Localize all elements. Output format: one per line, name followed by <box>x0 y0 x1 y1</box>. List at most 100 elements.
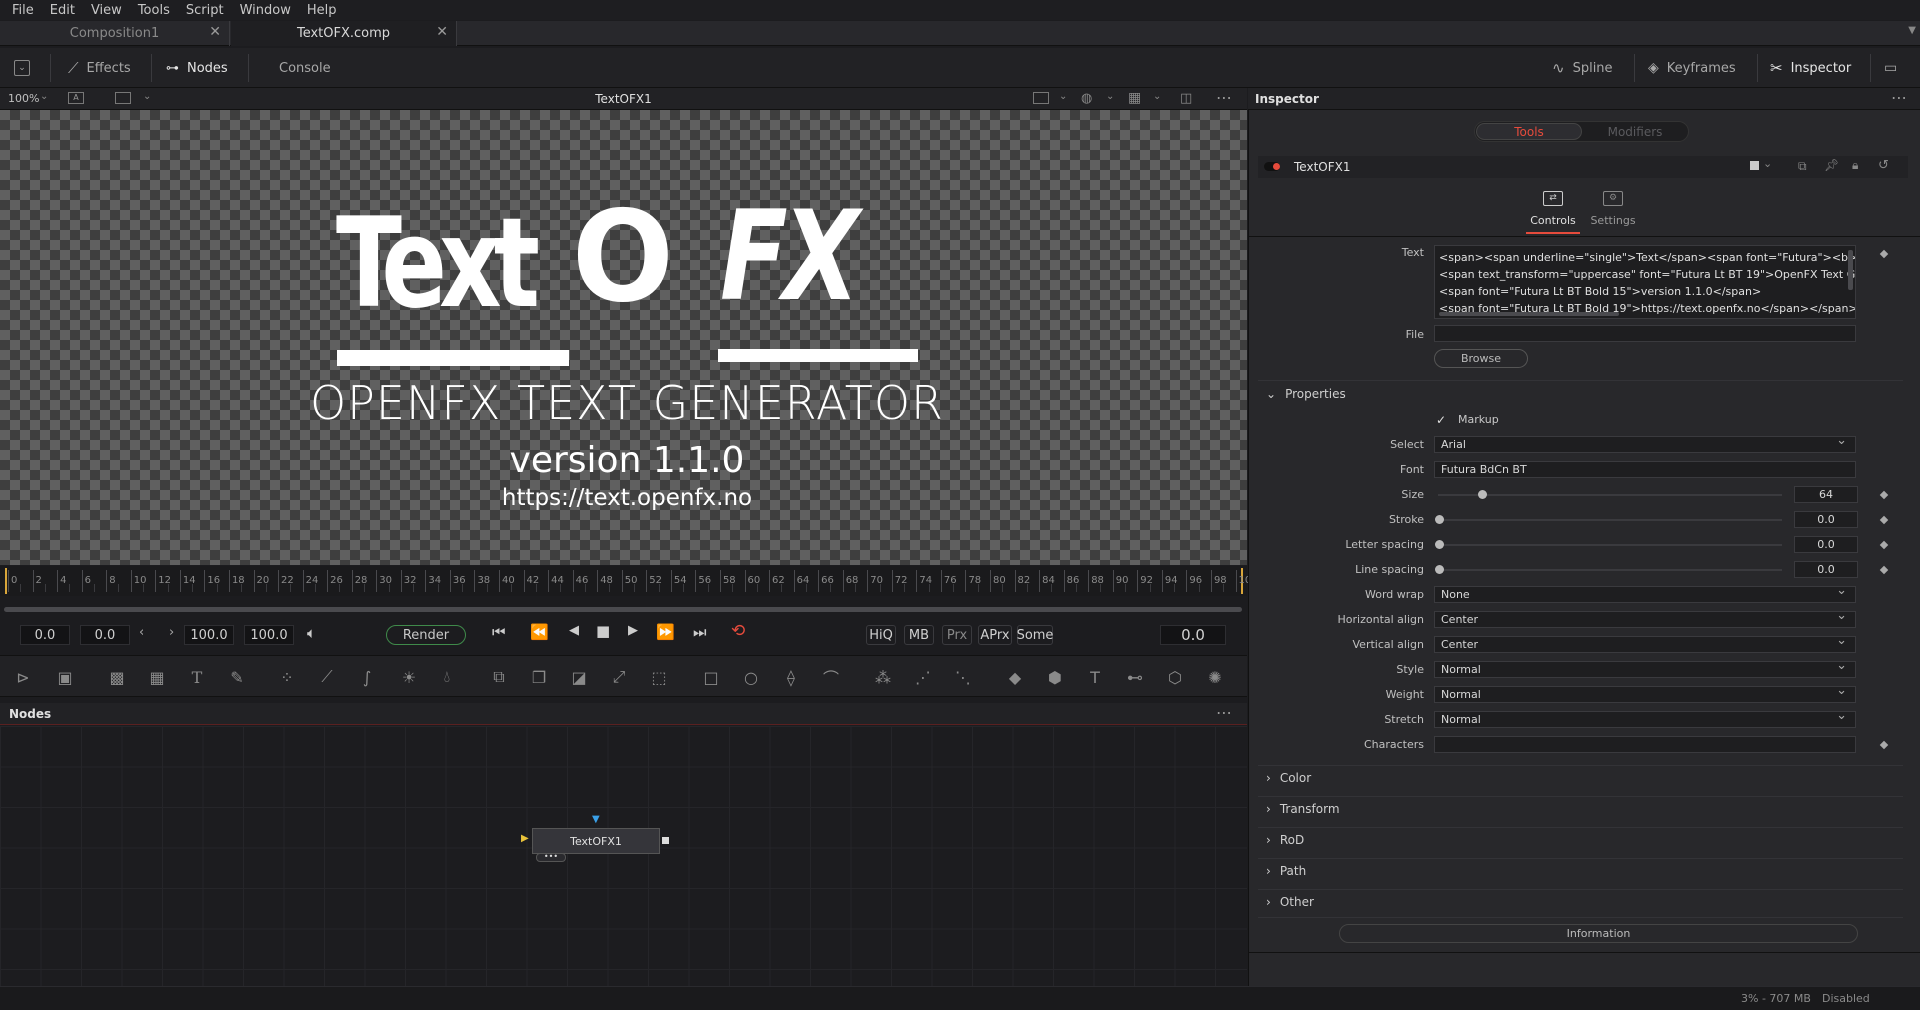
skip-to-end-icon[interactable]: ⏭ <box>693 623 707 641</box>
close-icon[interactable]: ✕ <box>209 24 221 40</box>
matte-icon[interactable]: ◪ <box>568 666 590 688</box>
word-wrap-dropdown[interactable]: None <box>1434 583 1856 603</box>
light3d-icon[interactable]: ✺ <box>1204 666 1226 688</box>
stroke-value-field[interactable]: 0.0 <box>1794 511 1858 528</box>
chevron-down-icon[interactable]: ⌄ <box>1106 91 1114 102</box>
chevron-left-icon[interactable]: ‹ <box>139 625 144 640</box>
effects-button[interactable]: ⟋ Effects <box>68 48 131 88</box>
inspector-button[interactable]: ✂ Inspector <box>1770 48 1851 88</box>
more-options-icon[interactable]: ⋯ <box>1216 703 1232 722</box>
textofx-node[interactable]: TextOFX1 <box>532 828 660 854</box>
font-field[interactable]: Futura BdCn BT <box>1434 461 1856 478</box>
menu-view[interactable]: View <box>91 3 122 18</box>
tab-modifiers[interactable]: Modifiers <box>1583 123 1687 140</box>
stretch-dropdown[interactable]: Normal <box>1434 708 1856 728</box>
properties-section-header[interactable]: ⌄ Properties <box>1266 387 1346 401</box>
speaker-icon[interactable]: 🔈︎ <box>307 624 316 642</box>
paint-icon[interactable]: ▦ <box>146 666 168 688</box>
node-more-icon[interactable]: ••• <box>536 853 566 862</box>
tab-textofx-comp[interactable]: TextOFX.comp ✕ <box>231 21 457 46</box>
render-button[interactable]: Render <box>386 625 466 645</box>
letter-spacing-slider-track[interactable] <box>1438 544 1782 546</box>
auto-proxy-toggle[interactable]: APrx <box>978 625 1012 645</box>
bspline-icon[interactable]: ⌒ <box>820 666 842 688</box>
letter-spacing-slider-knob[interactable] <box>1435 540 1444 549</box>
proxy-toggle[interactable]: Prx <box>942 625 972 645</box>
color-curves-icon[interactable]: ∫ <box>356 666 378 688</box>
horizontal-align-dropdown[interactable]: Center <box>1434 608 1856 628</box>
rod-section-header[interactable]: › RoD <box>1266 833 1304 847</box>
text-tool-icon[interactable]: T <box>186 666 208 688</box>
renderer3d-icon[interactable]: ⬡ <box>1164 666 1186 688</box>
letter-spacing-value-field[interactable]: 0.0 <box>1794 536 1858 553</box>
chevron-down-icon[interactable]: ⌄ <box>1153 91 1161 102</box>
planar-tracker-icon[interactable]: ⋰ <box>912 666 934 688</box>
file-input[interactable] <box>1434 325 1856 342</box>
browse-button[interactable]: Browse <box>1434 349 1528 368</box>
time-scrub-area[interactable] <box>0 596 1247 616</box>
step-back-icon[interactable]: ◀ <box>569 623 579 638</box>
timeline-ruler[interactable]: 0 2 4 6 8 10 12 14 16 18 20 22 24 26 28 30 32 34 36 38 40 42 4… <box>0 566 1251 596</box>
text-editor[interactable]: <span><span underline="single">Text</spa… <box>1434 245 1856 319</box>
nodes-button[interactable]: ⊶ Nodes <box>166 48 228 88</box>
render-start-field[interactable]: 0.0 <box>80 625 130 645</box>
menu-tools[interactable]: Tools <box>138 3 170 18</box>
stop-icon[interactable]: ■ <box>596 622 610 640</box>
version-icon[interactable]: ⧉ <box>1798 159 1807 174</box>
merge-icon[interactable]: ⧉ <box>488 666 510 688</box>
global-end-field[interactable]: 100.0 <box>244 625 294 645</box>
saver-icon[interactable]: ▣ <box>54 666 76 688</box>
tab-composition1[interactable]: Composition1 ✕ <box>0 21 230 46</box>
fast-forward-icon[interactable]: ⏩ <box>656 623 675 641</box>
lock-icon[interactable]: 🔒︎ <box>1852 158 1858 173</box>
playhead-marker[interactable] <box>5 568 7 594</box>
split-view-icon[interactable]: ◫ <box>1180 91 1192 106</box>
color-channel-icon[interactable]: ◍ <box>1081 91 1092 106</box>
tracker-icon[interactable]: ⁂ <box>872 666 894 688</box>
loop-icon[interactable]: ⟲ <box>731 621 745 641</box>
brightness-icon[interactable]: ☀ <box>398 666 420 688</box>
node-editor[interactable]: TextOFX1 ▶ ▼ ••• <box>0 726 1247 986</box>
chevron-down-icon[interactable]: ⌄ <box>1059 91 1067 102</box>
global-start-field[interactable]: 0.0 <box>20 625 70 645</box>
color-section-header[interactable]: › Color <box>1266 771 1311 785</box>
other-section-header[interactable]: › Other <box>1266 895 1314 909</box>
line-spacing-slider-knob[interactable] <box>1435 565 1444 574</box>
tab-settings[interactable]: ⚙ Settings <box>1586 190 1640 234</box>
skip-to-start-icon[interactable]: ⏮ <box>492 623 506 641</box>
chevron-down-icon[interactable]: ⌄ <box>1763 157 1772 170</box>
close-icon[interactable]: ✕ <box>436 24 448 40</box>
tool-row[interactable]: TextOFX1 ⌄ ⧉ 📌︎ 🔒︎ ↺ <box>1258 156 1908 178</box>
shape3d-icon[interactable]: ◆ <box>1004 666 1026 688</box>
brush-icon[interactable]: ✎ <box>226 666 248 688</box>
node-top-input-icon[interactable]: ▼ <box>592 814 600 825</box>
horizontal-scrollbar[interactable] <box>1439 312 1619 316</box>
layer-icon[interactable]: ❐ <box>528 666 550 688</box>
vertical-align-dropdown[interactable]: Center <box>1434 633 1856 653</box>
loader-icon[interactable]: ⊳ <box>12 666 34 688</box>
selective-update-toggle[interactable]: Some <box>1017 625 1053 645</box>
background-icon[interactable]: ▩ <box>106 666 128 688</box>
more-options-icon[interactable]: ⋯ <box>1216 88 1233 107</box>
menu-window[interactable]: Window <box>240 3 291 18</box>
more-options-icon[interactable]: ⋯ <box>1891 88 1907 107</box>
node-output-port[interactable] <box>662 837 669 844</box>
polygon-mask-icon[interactable]: ⟠ <box>780 666 802 688</box>
pin-icon[interactable]: 📌︎ <box>1824 158 1839 172</box>
render-end-field[interactable]: 100.0 <box>184 625 234 645</box>
node-input-triangle-icon[interactable]: ▶ <box>521 833 529 844</box>
size-slider-knob[interactable] <box>1478 490 1487 499</box>
reset-icon[interactable]: ↺ <box>1878 158 1889 173</box>
markup-checkbox-check-icon[interactable]: ✓ <box>1436 413 1446 427</box>
menu-file[interactable]: File <box>12 3 34 18</box>
keyframes-button[interactable]: ◈ Keyframes <box>1648 48 1736 88</box>
rewind-icon[interactable]: ⏪ <box>530 623 549 641</box>
console-button[interactable]: Console <box>279 48 331 88</box>
weight-dropdown[interactable]: Normal <box>1434 683 1856 703</box>
transform-icon[interactable]: ⬚ <box>648 666 670 688</box>
range-bar[interactable] <box>4 607 1242 612</box>
spline-button[interactable]: ∿ Spline <box>1552 48 1613 88</box>
select-dropdown[interactable]: Arial <box>1434 433 1856 453</box>
color-swatch-icon[interactable] <box>1750 161 1759 170</box>
size-value-field[interactable]: 64 <box>1794 486 1858 503</box>
